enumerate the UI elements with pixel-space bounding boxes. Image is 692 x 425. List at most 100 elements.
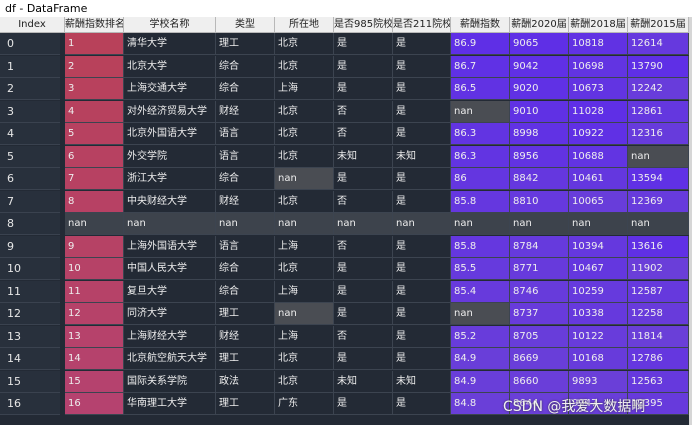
table-cell[interactable]: 10818: [569, 33, 628, 55]
table-cell[interactable]: 8784: [510, 235, 569, 258]
table-cell[interactable]: 11: [65, 280, 124, 303]
row-index[interactable]: 9: [0, 235, 60, 258]
table-cell[interactable]: 3: [65, 78, 124, 100]
table-cell[interactable]: nan: [393, 213, 451, 235]
table-cell[interactable]: 8660: [510, 370, 569, 393]
table-cell[interactable]: 8956: [510, 145, 569, 168]
table-cell[interactable]: 8842: [510, 168, 569, 190]
table-cell[interactable]: 上海交通大学: [124, 78, 216, 100]
column-header[interactable]: 所在地: [275, 17, 334, 33]
table-cell[interactable]: 10673: [569, 78, 628, 100]
table-cell[interactable]: 10168: [569, 348, 628, 370]
table-cell[interactable]: 是: [334, 303, 393, 325]
table-cell[interactable]: 10259: [569, 280, 628, 303]
table-cell[interactable]: 是: [334, 393, 393, 415]
table-cell[interactable]: 北京: [275, 145, 334, 168]
table-cell[interactable]: 12861: [628, 100, 689, 123]
table-cell[interactable]: 85.5: [451, 258, 510, 280]
table-cell[interactable]: 未知: [334, 145, 393, 168]
table-cell[interactable]: 北京外国语大学: [124, 123, 216, 145]
table-cell[interactable]: 复旦大学: [124, 280, 216, 303]
table-cell[interactable]: nan: [124, 213, 216, 235]
table-cell[interactable]: 10922: [569, 123, 628, 145]
table-cell[interactable]: 语言: [216, 145, 275, 168]
table-cell[interactable]: 7: [65, 168, 124, 190]
table-cell[interactable]: 财经: [216, 100, 275, 123]
table-cell[interactable]: 综合: [216, 258, 275, 280]
column-header[interactable]: 学校名称: [124, 17, 216, 33]
table-cell[interactable]: 北京: [275, 123, 334, 145]
table-cell[interactable]: 85.8: [451, 190, 510, 213]
column-header[interactable]: 是否985院校: [334, 17, 393, 33]
table-cell[interactable]: 是: [393, 303, 451, 325]
table-cell[interactable]: 国际关系学院: [124, 370, 216, 393]
table-cell[interactable]: 85.8: [451, 235, 510, 258]
row-index[interactable]: 5: [0, 145, 60, 168]
table-cell[interactable]: nan: [451, 303, 510, 325]
table-cell[interactable]: 13790: [628, 55, 689, 78]
table-cell[interactable]: 16: [65, 393, 124, 415]
table-cell[interactable]: 否: [334, 123, 393, 145]
table-cell[interactable]: 8746: [510, 280, 569, 303]
row-index[interactable]: 7: [0, 190, 60, 213]
row-index[interactable]: 0: [0, 33, 60, 55]
table-cell[interactable]: 中国人民大学: [124, 258, 216, 280]
table-cell[interactable]: 10461: [569, 168, 628, 190]
table-cell[interactable]: nan: [334, 213, 393, 235]
column-header[interactable]: 薪酬2020届: [510, 17, 569, 33]
table-cell[interactable]: 是: [334, 55, 393, 78]
row-index[interactable]: 8: [0, 213, 60, 235]
table-cell[interactable]: nan: [275, 213, 334, 235]
table-cell[interactable]: 上海: [275, 235, 334, 258]
table-cell[interactable]: 同济大学: [124, 303, 216, 325]
table-cell[interactable]: nan: [65, 213, 124, 235]
table-cell[interactable]: 12614: [628, 33, 689, 55]
table-cell[interactable]: 理工: [216, 393, 275, 415]
table-cell[interactable]: 2: [65, 55, 124, 78]
table-cell[interactable]: 12316: [628, 123, 689, 145]
table-cell[interactable]: 是: [393, 325, 451, 348]
table-cell[interactable]: 是: [393, 280, 451, 303]
table-cell[interactable]: 8771: [510, 258, 569, 280]
column-header[interactable]: 类型: [216, 17, 275, 33]
table-cell[interactable]: 理工: [216, 348, 275, 370]
table-cell[interactable]: 否: [334, 190, 393, 213]
table-cell[interactable]: 浙江大学: [124, 168, 216, 190]
table-cell[interactable]: 否: [334, 325, 393, 348]
table-cell[interactable]: 北京: [275, 55, 334, 78]
row-index[interactable]: 6: [0, 168, 60, 190]
table-cell[interactable]: 84.9: [451, 348, 510, 370]
row-index[interactable]: 4: [0, 123, 60, 145]
table-cell[interactable]: 是: [393, 235, 451, 258]
table-cell[interactable]: 是: [393, 78, 451, 100]
dataframe-table[interactable]: Index 薪酬指数排名 学校名称 类型 所在地 是否985院校 是否211院校 薪酬指数 薪酬…: [0, 17, 689, 425]
table-cell[interactable]: 9: [65, 235, 124, 258]
table-cell[interactable]: 是: [334, 348, 393, 370]
table-cell[interactable]: 上海财经大学: [124, 325, 216, 348]
table-cell[interactable]: nan: [451, 213, 510, 235]
table-cell[interactable]: 86.5: [451, 78, 510, 100]
table-cell[interactable]: 9042: [510, 55, 569, 78]
table-cell[interactable]: 9065: [510, 33, 569, 55]
table-cell[interactable]: 是: [393, 33, 451, 55]
table-cell[interactable]: 否: [334, 235, 393, 258]
table-cell[interactable]: 是: [393, 393, 451, 415]
table-cell[interactable]: 北京: [275, 258, 334, 280]
row-index[interactable]: 16: [0, 393, 60, 415]
table-cell[interactable]: 86: [451, 168, 510, 190]
table-cell[interactable]: 5: [65, 123, 124, 145]
column-header[interactable]: 薪酬2018届: [569, 17, 628, 33]
table-cell[interactable]: 13: [65, 325, 124, 348]
table-cell[interactable]: 9010: [510, 100, 569, 123]
table-cell[interactable]: 86.3: [451, 123, 510, 145]
table-cell[interactable]: 理工: [216, 33, 275, 55]
table-cell[interactable]: 是: [393, 258, 451, 280]
table-cell[interactable]: nan: [275, 168, 334, 190]
table-cell[interactable]: 84.8: [451, 393, 510, 415]
table-cell[interactable]: nan: [628, 213, 689, 235]
table-cell[interactable]: 10338: [569, 303, 628, 325]
row-index[interactable]: 1: [0, 55, 60, 78]
table-cell[interactable]: 12258: [628, 303, 689, 325]
table-cell[interactable]: 对外经济贸易大学: [124, 100, 216, 123]
table-cell[interactable]: 8810: [510, 190, 569, 213]
